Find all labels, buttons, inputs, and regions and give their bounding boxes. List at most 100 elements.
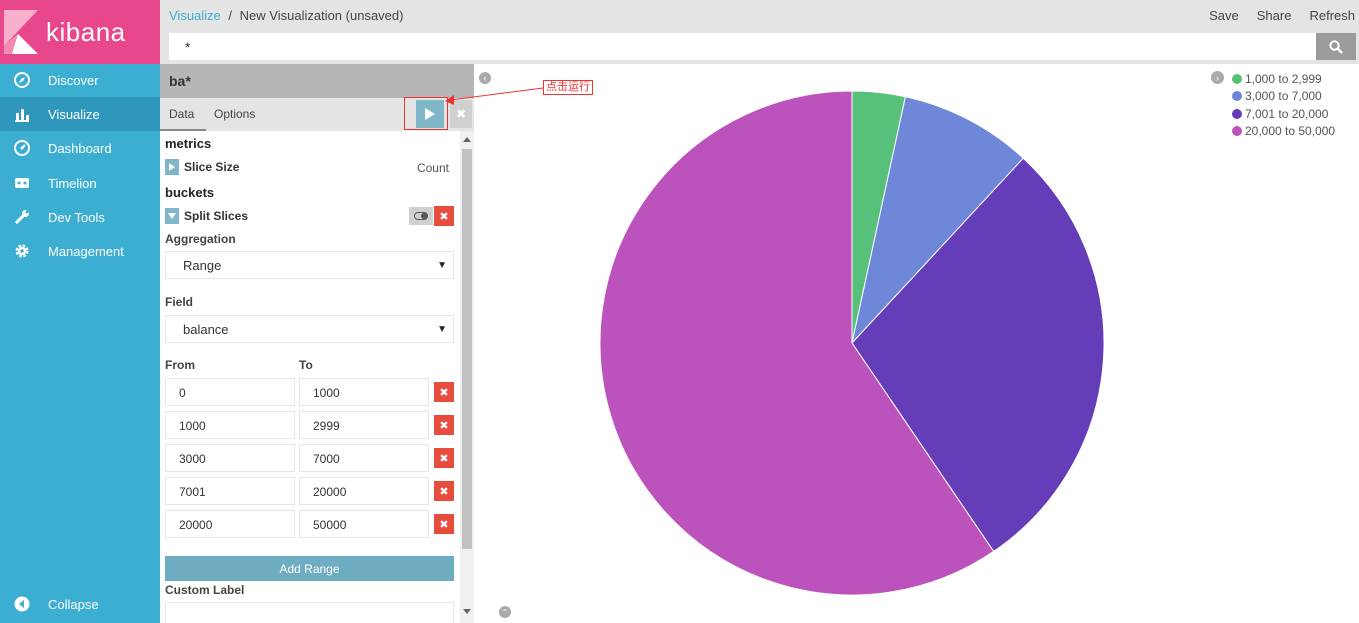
kibana-app: kibana Discover Visualize Dashboard Time… [0,0,1359,623]
legend-label: 1,000 to 2,999 [1245,71,1322,86]
close-icon: ✖ [439,452,449,465]
legend-label: 3,000 to 7,000 [1245,89,1322,104]
scroll-down-arrow[interactable] [463,609,471,614]
range-from-input[interactable]: 3000 [165,444,295,472]
scroll-thumb[interactable] [462,149,472,549]
share-button[interactable]: Share [1257,8,1292,23]
legend-dot-icon [1232,73,1242,84]
toggle-icon[interactable] [409,207,433,225]
sidebar-item-discover[interactable]: Discover [0,63,160,97]
breadcrumb-visualize-link[interactable]: Visualize [169,8,221,23]
sidebar-item-label: Dashboard [48,140,112,156]
editor-panel: metrics Slice Size Count buckets Split S… [160,131,460,623]
buckets-heading: buckets [165,185,215,200]
range-to-input[interactable]: 1000 [299,378,429,406]
bar-chart-icon [13,105,31,123]
tab-options[interactable]: Options [214,107,255,121]
sidebar-item-dashboard[interactable]: Dashboard [0,131,160,165]
editor-scrollbar[interactable] [460,131,474,623]
remove-range-button[interactable]: ✖ [434,382,454,402]
range-to-input[interactable]: 2999 [299,411,429,439]
aggregation-select[interactable]: Range ▼ [165,251,454,279]
close-icon: ✖ [439,386,449,399]
sidebar-item-management[interactable]: Management [0,234,160,268]
pie-chart [599,90,1105,596]
close-icon: ✖ [439,210,449,223]
range-from-input[interactable]: 0 [165,378,295,406]
collapse-icon [13,595,31,613]
field-value: balance [183,322,229,337]
remove-range-button[interactable]: ✖ [434,415,454,435]
gauge-icon [13,139,31,157]
visualization-area: ‹ › 1,000 to 2,999 3,000 to 7,000 7,001 to… [474,64,1359,623]
sidebar-item-visualize[interactable]: Visualize [0,97,160,131]
sidebar-item-timelion[interactable]: Timelion [0,166,160,200]
play-icon [425,108,435,120]
bucket-split-slices[interactable]: Split Slices ✖ [165,206,455,227]
field-select[interactable]: balance ▼ [165,315,454,343]
close-icon: ✖ [439,518,449,531]
remove-range-button[interactable]: ✖ [434,481,454,501]
legend-label: 20,000 to 50,000 [1245,124,1336,139]
metric-slice-size[interactable]: Slice Size Count [165,158,455,178]
close-icon: ✖ [439,485,449,498]
range-from-input[interactable]: 7001 [165,477,295,505]
remove-range-button[interactable]: ✖ [434,514,454,534]
collapse-label: Collapse [48,596,99,612]
metrics-heading: metrics [165,136,212,151]
range-to-input[interactable]: 7000 [299,444,429,472]
index-pattern-header: ba* [160,64,474,98]
metric-title: Slice Size [184,160,240,174]
search-icon [1329,39,1343,54]
legend-dot-icon [1232,108,1242,119]
discard-changes-button[interactable]: ✖ [450,100,472,128]
range-to-input[interactable]: 50000 [299,510,429,538]
custom-label-input[interactable] [165,602,454,623]
chevron-right-icon[interactable] [165,159,179,175]
top-actions: Save Share Refresh [1191,8,1355,23]
save-button[interactable]: Save [1209,8,1239,23]
range-to-input[interactable]: 20000 [299,477,429,505]
legend-item[interactable]: 3,000 to 7,000 [1232,88,1335,106]
caret-down-icon: ▼ [437,260,447,271]
aggregation-label: Aggregation [165,232,236,246]
caret-down-icon: ▼ [437,324,447,335]
apply-changes-button[interactable] [416,100,444,128]
editor-tabs: Data Options ✖ [160,97,474,131]
chevron-down-icon[interactable] [165,208,179,224]
breadcrumb-separator: / [228,8,233,23]
scroll-up-arrow[interactable] [463,137,471,142]
timelion-icon [13,174,31,192]
kibana-logo[interactable]: kibana [0,0,160,64]
legend-item[interactable]: 7,001 to 20,000 [1232,105,1335,123]
index-pattern-name: ba* [169,73,191,89]
query-input[interactable] [169,33,1316,60]
gear-icon [13,242,31,260]
collapse-bottom-icon[interactable]: ⌃ [499,606,511,618]
close-icon: ✖ [455,107,467,121]
sidebar: kibana Discover Visualize Dashboard Time… [0,0,160,623]
remove-bucket-button[interactable]: ✖ [434,206,454,226]
add-range-button[interactable]: Add Range [165,556,454,581]
range-from-input[interactable]: 1000 [165,411,295,439]
remove-range-button[interactable]: ✖ [434,448,454,468]
legend-item[interactable]: 1,000 to 2,999 [1232,70,1335,88]
sidebar-item-label: Management [48,243,124,259]
sidebar-collapse[interactable]: Collapse [0,587,160,621]
sidebar-item-label: Visualize [48,106,100,122]
search-button[interactable] [1316,33,1356,60]
legend-item[interactable]: 20,000 to 50,000 [1232,123,1335,141]
legend-toggle-icon[interactable]: › [1211,71,1224,84]
bucket-title: Split Slices [184,209,249,223]
legend-label: 7,001 to 20,000 [1245,106,1329,121]
kibana-logo-icon [4,10,38,54]
breadcrumb: Visualize / New Visualization (unsaved) [169,8,403,23]
sidebar-item-label: Discover [48,72,99,88]
metric-value: Count [416,161,449,175]
legend-dot-icon [1232,91,1242,102]
wrench-icon [13,208,31,226]
sidebar-item-dev-tools[interactable]: Dev Tools [0,200,160,234]
tab-data[interactable]: Data [169,107,194,121]
refresh-button[interactable]: Refresh [1309,8,1355,23]
range-from-input[interactable]: 20000 [165,510,295,538]
